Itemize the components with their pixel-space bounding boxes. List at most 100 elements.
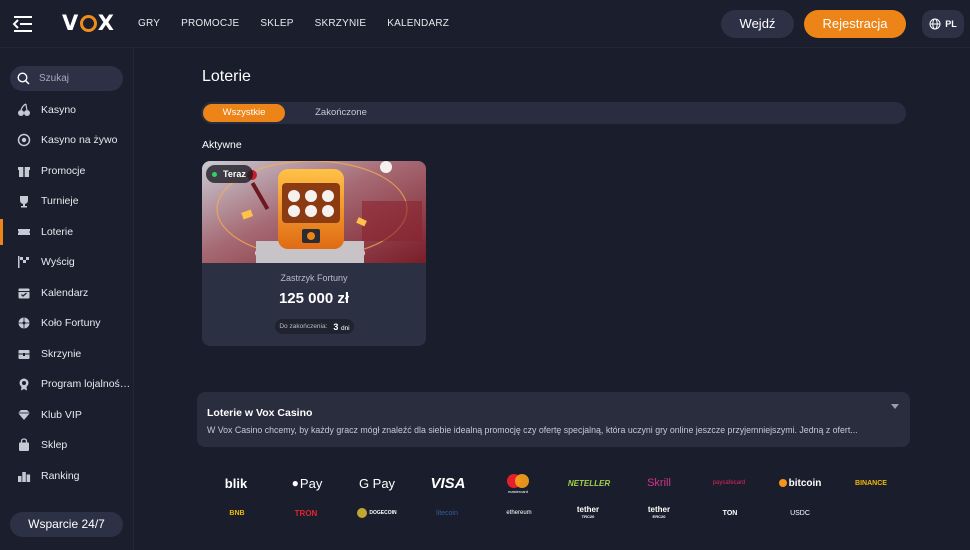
- info-text: W Vox Casino chcemy, by każdy gracz mógł…: [207, 425, 858, 435]
- sidebar-item-kasyno[interactable]: Kasyno: [0, 95, 134, 125]
- sidebar-item-label: Koło Fortuny: [41, 317, 101, 329]
- sidebar-item-label: Wyścig: [41, 256, 75, 268]
- deadline-label: Do zakończenia:: [279, 323, 328, 330]
- apple-pay-text: Pay: [299, 475, 323, 491]
- dogecoin-text: DOGECOIN: [369, 510, 397, 516]
- sidebar-item-promocje[interactable]: Promocje: [0, 156, 134, 186]
- globe-icon: [929, 18, 941, 30]
- payment-apple-pay-logo: ● Pay: [286, 474, 328, 492]
- register-button[interactable]: Rejestracja: [804, 10, 906, 38]
- login-button[interactable]: Wejdź: [721, 10, 794, 38]
- sidebar-item-label: Loterie: [41, 226, 74, 238]
- menu-collapse-icon[interactable]: [12, 14, 34, 34]
- deadline-unit: dni: [340, 324, 350, 332]
- lottery-name: Zastrzyk Fortuny: [280, 273, 348, 283]
- sidebar-item-label: Promocje: [41, 165, 86, 177]
- payment-dogecoin-logo: DOGECOIN: [353, 504, 401, 522]
- main-nav: GRY PROMOCJE SKLEP SKRZYNIE KALENDARZ: [138, 18, 470, 29]
- nav-skrzynie[interactable]: SKRZYNIE: [315, 18, 367, 29]
- payment-google-pay-logo: G Pay: [358, 475, 396, 491]
- tab-wszystkie[interactable]: Wszystkie: [203, 104, 285, 122]
- lottery-card[interactable]: Teraz Zastrzyk Fortuny 125 000 zł Do zak…: [202, 161, 426, 346]
- bitcoin-icon: [778, 479, 787, 487]
- sidebar-item-program-lojalnosci[interactable]: Program lojalności...: [0, 369, 134, 399]
- payment-mastercard-logo: mastercard: [500, 470, 536, 496]
- status-badge: Teraz: [206, 165, 253, 183]
- nav-sklep[interactable]: SKLEP: [260, 18, 293, 29]
- info-title: Loterie w Vox Casino: [207, 407, 313, 419]
- status-badge-label: Teraz: [223, 169, 246, 179]
- search-placeholder: Szukaj: [39, 73, 70, 84]
- payment-usdc-logo: USDC: [790, 509, 810, 517]
- wheel-icon: [17, 316, 31, 330]
- sidebar-item-label: Program lojalności...: [41, 378, 133, 390]
- tether-text: tether: [647, 505, 671, 514]
- sidebar-item-kalendarz[interactable]: Kalendarz: [0, 278, 134, 308]
- tether-network: TRC20: [581, 514, 595, 519]
- sidebar-item-label: Ranking: [41, 470, 80, 482]
- payment-litecoin-logo: litecoin: [436, 509, 458, 517]
- dogecoin-icon: [357, 508, 368, 518]
- sidebar-item-label: Turnieje: [41, 195, 79, 207]
- live-dot-icon: [212, 171, 217, 177]
- chest-icon: [17, 347, 31, 361]
- vox-logo[interactable]: VX: [62, 11, 114, 35]
- race-flag-icon: [17, 255, 31, 269]
- lottery-prize: 125 000 zł: [278, 290, 350, 307]
- cherries-icon: [17, 103, 31, 117]
- top-header: VX GRY PROMOCJE SKLEP SKRZYNIE KALENDARZ…: [0, 0, 970, 48]
- sidebar-item-skrzynie[interactable]: Skrzynie: [0, 339, 134, 369]
- calendar-icon: [17, 286, 31, 300]
- payment-tron-logo: TRON: [294, 508, 318, 518]
- sidebar-item-ranking[interactable]: Ranking: [0, 461, 134, 491]
- gift-icon: [17, 164, 31, 178]
- search-icon: [17, 72, 30, 85]
- sidebar-item-label: Kasyno na żywo: [41, 134, 118, 146]
- sidebar-item-label: Skrzynie: [41, 348, 82, 360]
- chevron-down-icon[interactable]: [891, 404, 899, 410]
- lottery-tabs: Wszystkie Zakończone: [201, 102, 906, 124]
- tether-text: tether: [576, 505, 600, 514]
- nav-gry[interactable]: GRY: [138, 18, 160, 29]
- sidebar-item-label: Kalendarz: [41, 287, 89, 299]
- sidebar-item-kasyno-na-zywo[interactable]: Kasyno na żywo: [0, 125, 134, 155]
- tab-zakonczone[interactable]: Zakończone: [293, 104, 389, 122]
- lottery-deadline: Do zakończenia: 3 dni: [275, 319, 354, 334]
- shopping-bag-icon: [17, 438, 31, 452]
- sidebar-item-kolo-fortuny[interactable]: Koło Fortuny: [0, 308, 134, 338]
- sidebar-item-klub-vip[interactable]: Klub VIP: [0, 400, 134, 430]
- sidebar-item-label: Sklep: [41, 439, 68, 451]
- payment-binance-logo: BINANCE: [855, 479, 887, 487]
- mastercard-circles-icon: [507, 473, 529, 488]
- deadline-number: 3: [333, 321, 339, 332]
- sidebar-item-label: Kasyno: [41, 104, 77, 116]
- support-button[interactable]: Wsparcie 24/7: [10, 512, 123, 537]
- payment-visa-logo: VISA: [430, 474, 466, 492]
- payment-blik-logo: blik: [224, 475, 248, 491]
- page-title: Loterie: [202, 68, 251, 85]
- payment-paysafecard-logo: paysafecard: [712, 480, 746, 486]
- info-accordion[interactable]: Loterie w Vox Casino W Vox Casino chcemy…: [197, 392, 910, 447]
- sidebar-item-label: Klub VIP: [41, 409, 82, 421]
- sidebar-item-loterie[interactable]: Loterie: [0, 217, 134, 247]
- section-heading-active: Aktywne: [202, 139, 242, 151]
- payment-bnb-logo: BNB: [229, 509, 245, 517]
- sidebar-item-wyscig[interactable]: Wyścig: [0, 247, 134, 277]
- sidebar: Szukaj Kasyno Kasyno na żywo Promocje Tu…: [0, 48, 134, 550]
- nav-promocje[interactable]: PROMOCJE: [181, 18, 239, 29]
- payment-tether-trc20-logo: tether TRC20: [564, 502, 612, 522]
- search-input[interactable]: Szukaj: [10, 66, 123, 91]
- medal-icon: [17, 377, 31, 391]
- deadline-value: 3 dni: [333, 322, 349, 332]
- bitcoin-text: bitcoin: [788, 477, 822, 489]
- apple-icon: ●: [291, 476, 299, 490]
- sidebar-item-sklep[interactable]: Sklep: [0, 430, 134, 460]
- language-selector[interactable]: PL: [922, 10, 964, 38]
- nav-kalendarz[interactable]: KALENDARZ: [387, 18, 449, 29]
- ticket-icon: [17, 225, 31, 239]
- sidebar-item-turnieje[interactable]: Turnieje: [0, 186, 134, 216]
- ranking-icon: [17, 469, 31, 483]
- payment-neteller-logo: NETELLER: [567, 478, 611, 488]
- payment-bitcoin-logo: bitcoin: [778, 474, 822, 492]
- live-chip-icon: [17, 133, 31, 147]
